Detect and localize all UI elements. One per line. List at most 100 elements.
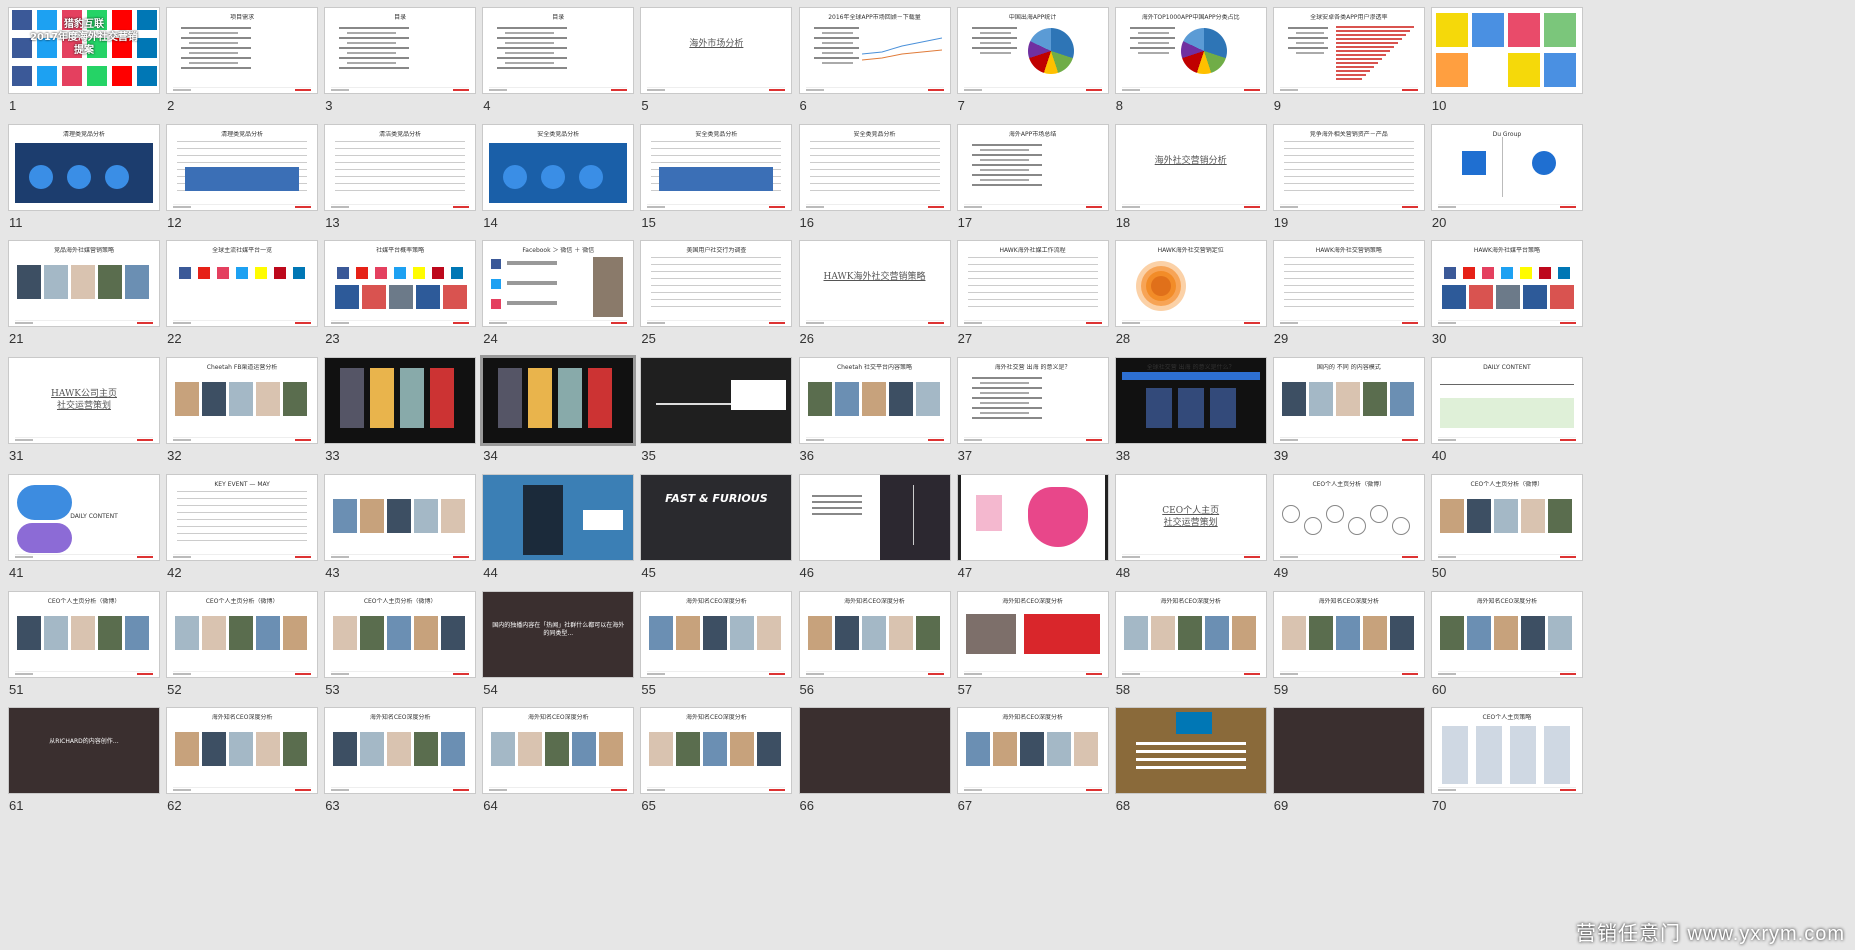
slide-thumbnail[interactable]: 全球主流社媒平台一览 (167, 241, 318, 327)
slide-thumbnail[interactable] (1115, 708, 1266, 794)
slide-thumbnail[interactable]: HAWK公司主页 社交运营策划 (9, 358, 159, 444)
bullet-line (979, 168, 1029, 171)
footer-logo (173, 555, 192, 558)
slide-thumbnail[interactable]: CEO个人主页分析（微博） (167, 591, 318, 677)
slide-thumbnail[interactable]: Facebook ＞ 微信 ＋ 微信 (483, 241, 634, 327)
slide-thumbnail[interactable]: 海外知名CEO深度分析 (957, 591, 1108, 677)
table-rule (651, 306, 782, 308)
slide-thumbnail[interactable]: KEY EVENT — MAY (167, 474, 318, 560)
footer-brand (1085, 89, 1102, 91)
table-rule (967, 306, 1098, 308)
slide-thumbnail[interactable]: CEO个人主页分析（微博） (1431, 474, 1582, 560)
slide-thumbnail[interactable]: 海外知名CEO深度分析 (167, 708, 318, 794)
slide-thumbnail[interactable]: CEO个人主页分析（微博） (9, 591, 159, 677)
slide-thumbnail[interactable]: HAWK海外社媒工作流程 (957, 241, 1108, 327)
slide-thumbnail[interactable]: CEO个人主页分析（微博） (325, 591, 476, 677)
footer-brand (1085, 672, 1102, 675)
slide-thumbnail[interactable]: 目录 (325, 8, 476, 93)
slide-thumbnail[interactable]: Du Group (1431, 124, 1582, 210)
slide-thumbnail[interactable]: 海外知名CEO深度分析 (957, 708, 1108, 794)
slide-thumbnail[interactable]: 海外APP市场总结 (957, 124, 1108, 210)
slide-thumbnail[interactable]: 国内的独播内容在「热闻」社群什么都可以在海外的同类型... (483, 591, 634, 677)
slide-footer (331, 320, 470, 325)
slide-thumbnail[interactable]: 海外社交营销分析 (1115, 124, 1266, 210)
slide-number: 31 (9, 448, 24, 464)
slide-thumbnail[interactable]: HAWK海外社交营销策略 (799, 241, 950, 327)
social-icon (432, 267, 445, 280)
bullet-list (181, 24, 252, 72)
slide-thumbnail[interactable]: 海外市场分析 (641, 8, 792, 93)
slide-thumbnail[interactable]: FAST & FURIOUS (641, 474, 792, 560)
slide-thumbnail[interactable]: 社媒平台概率策略 (325, 241, 476, 327)
footer-brand (927, 322, 944, 325)
slide-thumbnail[interactable]: 海外知名CEO深度分析 (483, 708, 634, 794)
slide-title: HAWK海外社交营销策略 (823, 272, 926, 283)
bullet-line (979, 158, 1029, 161)
slide-thumbnail[interactable]: HAWK海外社媒平台策略 (1431, 241, 1582, 327)
slide-thumbnail[interactable]: 竞品海外社媒营销策略 (9, 241, 159, 327)
slide-thumbnail[interactable]: 清理类竞品分析 (9, 124, 159, 210)
slide-thumbnail[interactable] (641, 358, 792, 444)
footer-logo (173, 439, 192, 442)
slide-thumbnail[interactable]: HAWK海外社交营销策略 (1273, 241, 1424, 327)
slide-thumbnail[interactable]: 海外知名CEO深度分析 (641, 708, 792, 794)
slide-thumbnail[interactable]: 竞争海外相关营销资产－产品 (1273, 124, 1424, 210)
slide-thumbnail[interactable] (957, 474, 1108, 560)
slide-thumbnail[interactable]: 海外知名CEO深度分析 (325, 708, 476, 794)
photo (283, 732, 308, 767)
footer-brand (1559, 672, 1576, 675)
slide-thumbnail[interactable]: DAILY CONTENT (1431, 358, 1582, 444)
slide-thumbnail[interactable] (799, 474, 950, 560)
slide-thumbnail[interactable]: 海外知名CEO深度分析 (1273, 591, 1424, 677)
slide-thumbnail[interactable] (483, 474, 634, 560)
slide-thumbnail[interactable]: 全球安卓各类APP用户渗透率 (1273, 8, 1424, 93)
node-circle (1325, 504, 1344, 523)
slide-thumbnail[interactable] (1273, 708, 1424, 794)
slide-thumbnail[interactable]: 猎豹互联 2017年度海外社交营销 提案 (9, 8, 159, 93)
slide-thumbnail[interactable]: 美国用户社交行为调查 (641, 241, 792, 327)
slide-thumbnail[interactable]: 目录 (483, 8, 634, 93)
slide-thumbnail[interactable]: 中国出海APP统计 (957, 8, 1108, 93)
slide-thumbnail[interactable]: Cheetah 社交平台内容策略 (799, 358, 950, 444)
feature-circle (67, 164, 91, 189)
photo-bg (9, 708, 159, 794)
slide-footer (1279, 203, 1418, 208)
slide-thumbnail[interactable]: 从RICHARD的内容创作… (9, 708, 159, 794)
slide-footer (805, 437, 944, 442)
slide-thumbnail[interactable]: CEO个人主页 社交运营策划 (1115, 474, 1266, 560)
slide-thumbnail[interactable] (325, 358, 476, 444)
slide-thumbnail[interactable] (483, 358, 634, 444)
slide-thumbnail[interactable]: 安全类竞品分析 (799, 124, 950, 210)
slide-thumbnail[interactable]: 海外知名CEO深度分析 (641, 591, 792, 677)
slide-thumbnail[interactable]: 海外知名CEO深度分析 (1115, 591, 1266, 677)
slide-thumbnail[interactable]: 海外TOP1000APP中国APP分类占比 (1115, 8, 1266, 93)
slide-thumbnail[interactable]: 项目需求 (167, 8, 318, 93)
social-icon (198, 267, 211, 280)
slide-thumbnail[interactable]: 海外知名CEO深度分析 (799, 591, 950, 677)
slide-thumbnail[interactable]: 2016年全球APP市场回顾－下载量 (799, 8, 950, 93)
slide-thumbnail[interactable]: HAWK海外社交营销定位 (1115, 241, 1266, 327)
slide-thumbnail[interactable]: CEO个人主页分析（微博） (1273, 474, 1424, 560)
slide-number: 41 (9, 564, 24, 580)
photo (599, 732, 624, 767)
slide-thumbnail[interactable] (799, 708, 950, 794)
footer-brand (1085, 205, 1102, 208)
slide-thumbnail[interactable] (1431, 8, 1582, 93)
slide-thumbnail[interactable]: 安全类竞品分析 (641, 124, 792, 210)
slide-thumbnail[interactable]: 海外知名CEO深度分析 (1431, 591, 1582, 677)
slide-thumbnail[interactable]: 清理类竞品分析 (167, 124, 318, 210)
slide-thumbnail[interactable]: Cheetah FB渠道运营分析 (167, 358, 318, 444)
slide-number: 69 (1273, 798, 1289, 814)
footer-brand (295, 439, 312, 442)
slide-thumbnail[interactable] (325, 474, 476, 560)
slide-thumbnail[interactable]: 清洁类竞品分析 (325, 124, 476, 210)
slide-thumbnail[interactable]: 海外社交营 出海 的意义是？ (957, 358, 1108, 444)
divider (1501, 136, 1503, 197)
slide-thumbnail[interactable]: DAILY CONTENT (9, 474, 159, 560)
slide-cell: 清洁类竞品分析 13 (325, 124, 476, 250)
slide-thumbnail[interactable]: 安全类竞品分析 (483, 124, 634, 210)
slide-thumbnail[interactable]: 国内的 不同 的内容模式 (1273, 358, 1424, 444)
table-rule (335, 182, 466, 184)
slide-thumbnail[interactable]: 全球社交营 出海 的意义是什么？ (1115, 358, 1266, 444)
slide-thumbnail[interactable]: CEO个人主页策略 (1431, 708, 1582, 794)
